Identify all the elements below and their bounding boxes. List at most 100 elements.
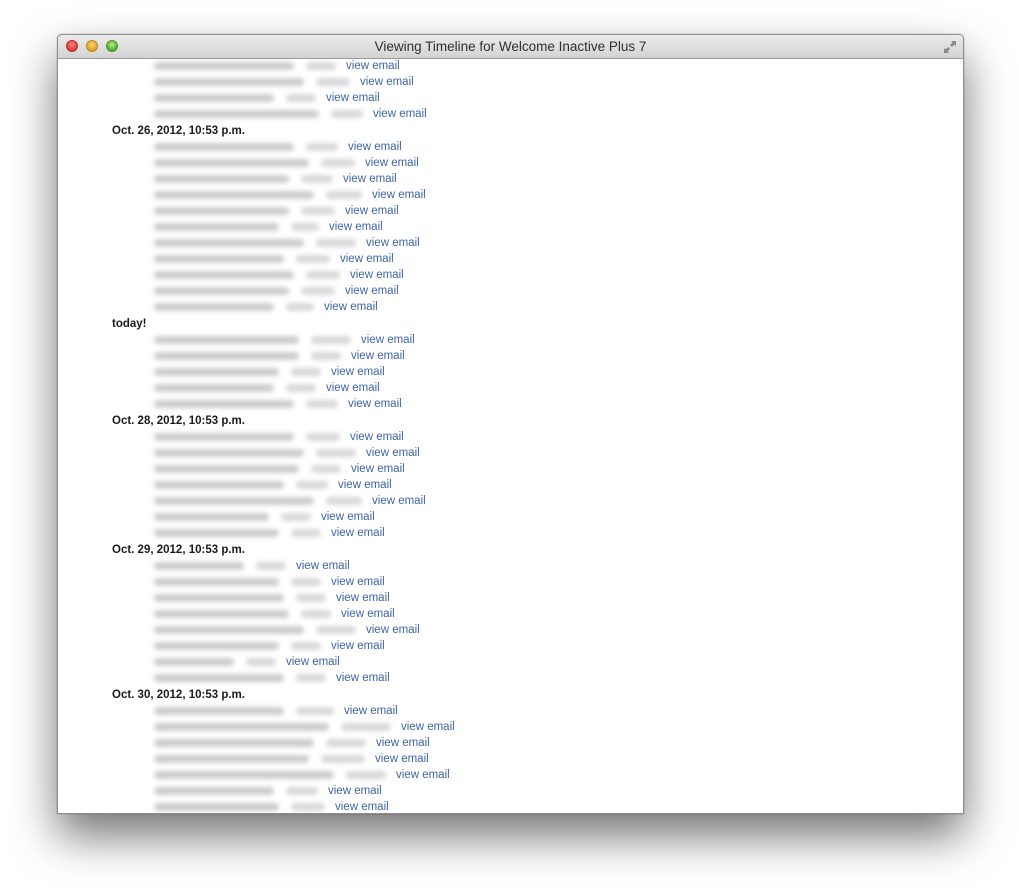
view-email-link[interactable]: view email [376, 735, 430, 751]
view-email-link[interactable]: view email [328, 783, 382, 799]
redacted-email-address [154, 626, 304, 634]
redacted-id [281, 513, 311, 521]
redacted-email-address [154, 191, 314, 199]
view-email-link[interactable]: view email [296, 558, 350, 574]
view-email-link[interactable]: view email [345, 283, 399, 299]
timeline-heading: Oct. 29, 2012, 10:53 p.m. [112, 544, 245, 556]
view-email-link[interactable]: view email [348, 396, 402, 412]
email-row: view email [154, 622, 963, 638]
view-email-link[interactable]: view email [335, 799, 389, 813]
title-bar[interactable]: Viewing Timeline for Welcome Inactive Pl… [58, 35, 963, 59]
view-email-link[interactable]: view email [346, 59, 400, 74]
redacted-email-address [154, 207, 289, 215]
email-row: view email [154, 106, 963, 122]
view-email-link[interactable]: view email [372, 187, 426, 203]
view-email-link[interactable]: view email [350, 429, 404, 445]
email-row: view email [154, 396, 963, 412]
view-email-link[interactable]: view email [321, 509, 375, 525]
view-email-link[interactable]: view email [326, 380, 380, 396]
email-row: view email [154, 477, 963, 493]
redacted-id [326, 497, 362, 505]
redacted-id [296, 594, 326, 602]
redacted-email-address [154, 497, 314, 505]
redacted-id [311, 465, 341, 473]
redacted-id [291, 529, 321, 537]
timeline-heading: today! [112, 318, 147, 330]
redacted-email-address [154, 239, 304, 247]
redacted-id [326, 739, 366, 747]
view-email-link[interactable]: view email [372, 493, 426, 509]
view-email-link[interactable]: view email [366, 622, 420, 638]
redacted-id [316, 78, 350, 86]
email-row: view email [154, 670, 963, 686]
redacted-email-address [154, 271, 294, 279]
view-email-link[interactable]: view email [343, 171, 397, 187]
redacted-id [301, 175, 333, 183]
redacted-id [286, 787, 318, 795]
view-email-link[interactable]: view email [366, 235, 420, 251]
timeline-content[interactable]: view email view email view email view email… [58, 59, 963, 813]
redacted-email-address [154, 368, 279, 376]
view-email-link[interactable]: view email [345, 203, 399, 219]
view-email-link[interactable]: view email [341, 606, 395, 622]
view-email-link[interactable]: view email [326, 90, 380, 106]
view-email-link[interactable]: view email [286, 654, 340, 670]
view-email-link[interactable]: view email [336, 590, 390, 606]
view-email-link[interactable]: view email [396, 767, 450, 783]
redacted-id [246, 658, 276, 666]
email-row: view email [154, 574, 963, 590]
view-email-link[interactable]: view email [360, 74, 414, 90]
email-row: view email [154, 590, 963, 606]
email-row: view email [154, 187, 963, 203]
email-row: view email [154, 251, 963, 267]
redacted-email-address [154, 707, 284, 715]
timeline-heading: Oct. 30, 2012, 10:53 p.m. [112, 689, 245, 701]
view-email-link[interactable]: view email [348, 139, 402, 155]
view-email-link[interactable]: view email [344, 703, 398, 719]
view-email-link[interactable]: view email [375, 751, 429, 767]
view-email-link[interactable]: view email [351, 461, 405, 477]
view-email-link[interactable]: view email [361, 332, 415, 348]
email-row: view email [154, 461, 963, 477]
redacted-id [311, 352, 341, 360]
view-email-link[interactable]: view email [401, 719, 455, 735]
email-row: view email [154, 525, 963, 541]
email-row: view email [154, 735, 963, 751]
view-email-link[interactable]: view email [338, 477, 392, 493]
view-email-link[interactable]: view email [336, 670, 390, 686]
redacted-email-address [154, 481, 284, 489]
view-email-link[interactable]: view email [331, 574, 385, 590]
redacted-id [306, 62, 336, 70]
email-row: view email [154, 235, 963, 251]
view-email-link[interactable]: view email [365, 155, 419, 171]
email-row: view email [154, 332, 963, 348]
view-email-link[interactable]: view email [366, 445, 420, 461]
redacted-id [286, 94, 316, 102]
redacted-email-address [154, 255, 284, 263]
fullscreen-icon[interactable] [942, 39, 958, 55]
view-email-link[interactable]: view email [340, 251, 394, 267]
email-row: view email [154, 638, 963, 654]
redacted-id [296, 674, 326, 682]
email-row: view email [154, 783, 963, 799]
redacted-id [296, 707, 334, 715]
view-email-link[interactable]: view email [350, 267, 404, 283]
view-email-link[interactable]: view email [351, 348, 405, 364]
view-email-link[interactable]: view email [331, 364, 385, 380]
redacted-email-address [154, 642, 279, 650]
email-row: view email [154, 751, 963, 767]
view-email-link[interactable]: view email [373, 106, 427, 122]
window-title: Viewing Timeline for Welcome Inactive Pl… [374, 39, 647, 54]
redacted-email-address [154, 336, 299, 344]
view-email-link[interactable]: view email [329, 219, 383, 235]
email-row: view email [154, 654, 963, 670]
redacted-id [316, 449, 356, 457]
redacted-id [301, 287, 335, 295]
view-email-link[interactable]: view email [331, 525, 385, 541]
email-row: view email [154, 267, 963, 283]
view-email-link[interactable]: view email [324, 299, 378, 315]
redacted-id [286, 384, 316, 392]
redacted-email-address [154, 674, 284, 682]
redacted-email-address [154, 513, 269, 521]
view-email-link[interactable]: view email [331, 638, 385, 654]
